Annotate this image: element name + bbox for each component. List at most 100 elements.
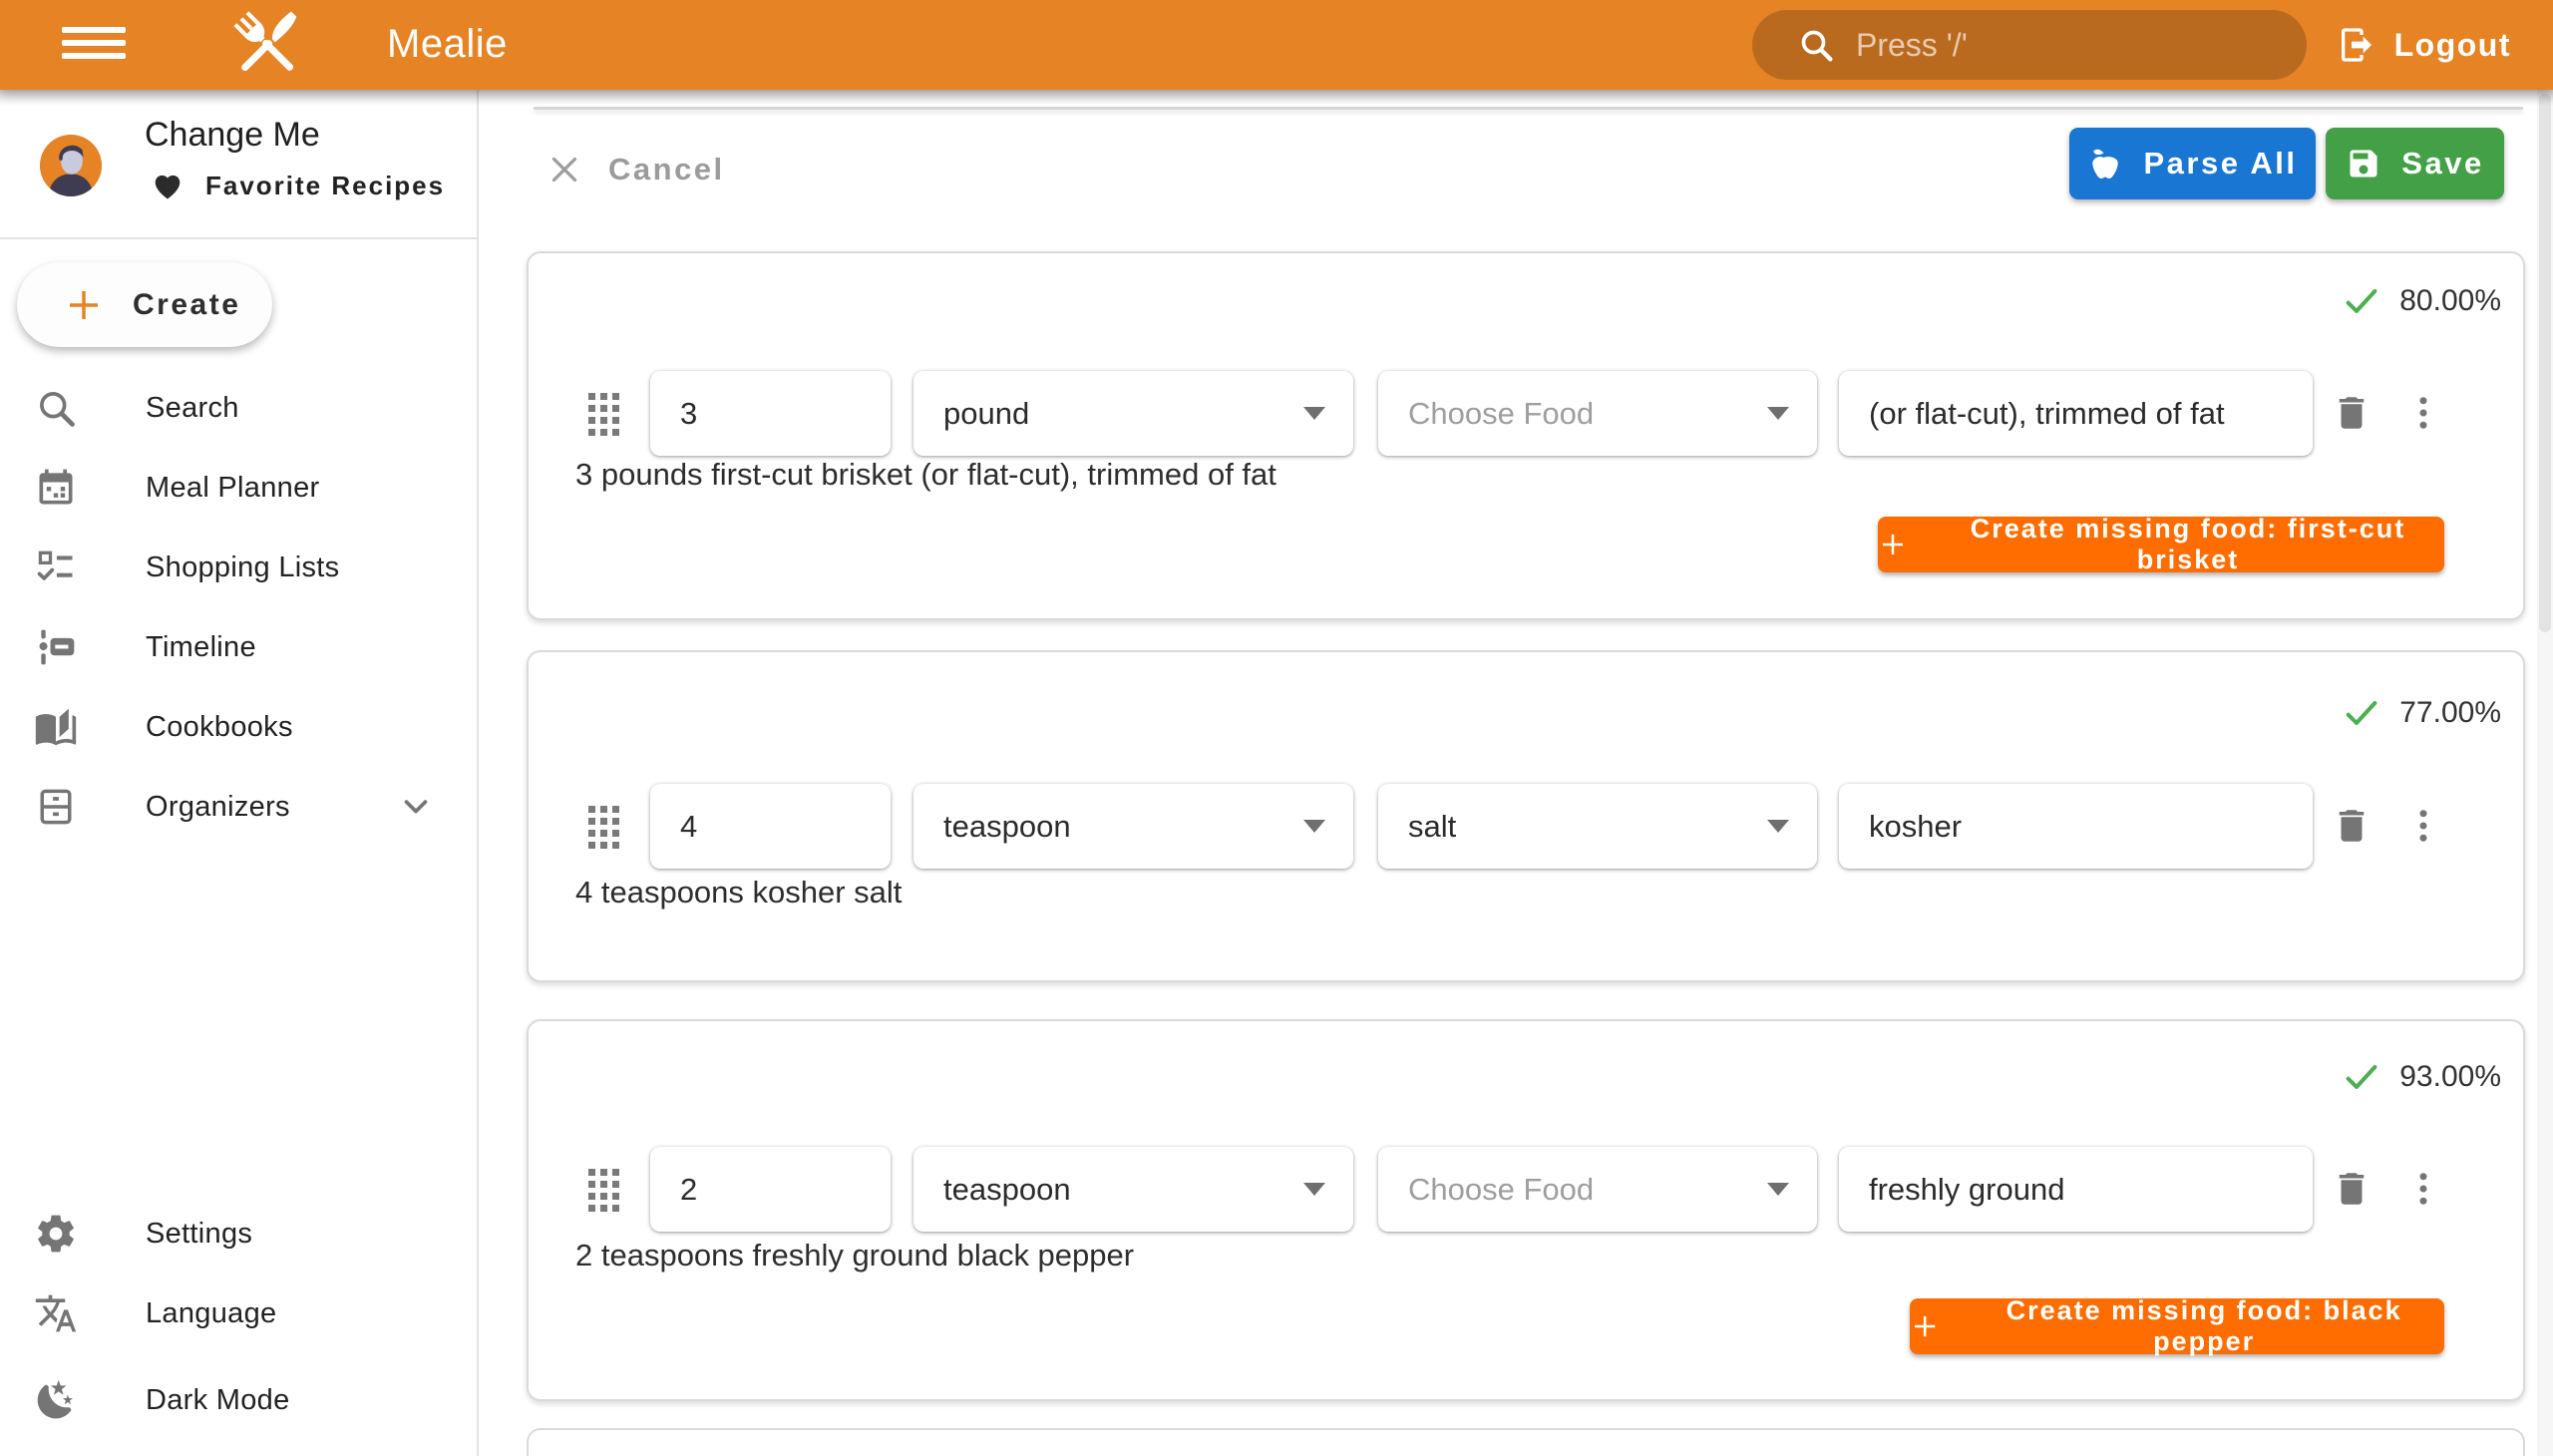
cancel-button[interactable]: Cancel (539, 142, 733, 197)
confidence-value: 80.00% (2399, 284, 2501, 318)
dropdown-arrow-icon (1303, 407, 1325, 420)
ingredient-parser-panel: Cancel Parse All Save 80.00% (479, 90, 2537, 1456)
sidebar-item-cookbooks[interactable]: Cookbooks (0, 695, 477, 759)
open-book-icon (34, 705, 78, 749)
kebab-menu-icon (2402, 1168, 2444, 1210)
delete-button[interactable] (2324, 1161, 2379, 1217)
sidebar-item-meal-planner[interactable]: Meal Planner (0, 456, 477, 520)
food-select[interactable]: Choose Food (1378, 371, 1817, 456)
avatar[interactable] (40, 135, 102, 196)
food-select[interactable]: salt (1378, 784, 1817, 869)
translate-icon (34, 1291, 78, 1335)
original-ingredient-text: 3 pounds first-cut brisket (or flat-cut)… (575, 457, 1276, 493)
original-ingredient-text: 2 teaspoons freshly ground black pepper (575, 1238, 1134, 1274)
dropdown-arrow-icon (1767, 407, 1789, 420)
user-profile-link[interactable]: Change Me Favorite Recipes (0, 90, 477, 237)
plus-icon (63, 284, 105, 326)
search-input[interactable] (1856, 27, 2281, 64)
more-menu-button[interactable] (2395, 798, 2451, 854)
save-icon (2346, 146, 2381, 182)
original-ingredient-text: 4 teaspoons kosher salt (575, 875, 902, 910)
create-missing-food-button[interactable]: Create missing food: black pepper (1910, 1298, 2444, 1354)
logout-label: Logout (2394, 27, 2511, 64)
scrollbar[interactable] (2537, 90, 2553, 1456)
close-icon (547, 152, 582, 187)
ingredient-fields-row: pound Choose Food (529, 371, 2523, 456)
create-missing-food-button[interactable]: Create missing food: first-cut brisket (1878, 517, 2444, 572)
sidebar-item-search[interactable]: Search (0, 376, 477, 440)
food-select[interactable]: Choose Food (1378, 1147, 1817, 1232)
dropdown-arrow-icon (1303, 820, 1325, 833)
quantity-input[interactable] (680, 396, 861, 432)
scrollbar-thumb[interactable] (2539, 94, 2551, 632)
sidebar-item-organizers[interactable]: Organizers (0, 775, 477, 839)
ingredient-card-partial (527, 1428, 2525, 1456)
dropdown-arrow-icon (1767, 1183, 1789, 1196)
note-field[interactable] (1839, 371, 2313, 456)
plus-icon (1910, 1310, 1940, 1342)
global-search[interactable] (1752, 10, 2307, 80)
dropdown-arrow-icon (1303, 1183, 1325, 1196)
note-input[interactable] (1869, 396, 2283, 432)
sidebar: Change Me Favorite Recipes Create Search (0, 90, 479, 1456)
create-label: Create (133, 288, 240, 322)
check-icon (2342, 693, 2381, 733)
dropdown-arrow-icon (1767, 820, 1789, 833)
confidence-value: 93.00% (2399, 1060, 2501, 1094)
delete-button[interactable] (2324, 798, 2379, 854)
sidebar-item-dark-mode[interactable]: Dark Mode (0, 1368, 477, 1432)
kebab-menu-icon (2402, 805, 2444, 847)
sidebar-item-shopping-lists[interactable]: Shopping Lists (0, 536, 477, 599)
note-input[interactable] (1869, 809, 2283, 845)
unit-select[interactable]: teaspoon (913, 784, 1353, 869)
check-icon (2342, 281, 2381, 321)
trash-icon (2331, 392, 2372, 434)
logout-button[interactable]: Logout (2323, 14, 2525, 76)
quantity-input[interactable] (680, 809, 861, 845)
app-title[interactable]: Mealie (387, 22, 508, 67)
favorite-recipes-link[interactable]: Favorite Recipes (150, 168, 445, 203)
kebab-menu-icon (2402, 392, 2444, 434)
search-icon (1796, 25, 1836, 65)
note-field[interactable] (1839, 784, 2313, 869)
unit-select[interactable]: teaspoon (913, 1147, 1353, 1232)
drag-handle-icon[interactable] (588, 393, 619, 436)
ingredient-card: 77.00% teaspoon salt (527, 650, 2525, 982)
more-menu-button[interactable] (2395, 385, 2451, 441)
timeline-icon (34, 625, 78, 669)
more-menu-button[interactable] (2395, 1161, 2451, 1217)
check-icon (2342, 1057, 2381, 1097)
save-button[interactable]: Save (2326, 128, 2504, 199)
quantity-input[interactable] (680, 1172, 861, 1208)
sidebar-item-language[interactable]: Language (0, 1281, 477, 1345)
confidence-indicator: 93.00% (2342, 1057, 2501, 1097)
sidebar-item-timeline[interactable]: Timeline (0, 615, 477, 679)
ingredient-fields-row: teaspoon Choose Food (529, 1147, 2523, 1232)
ingredient-fields-row: teaspoon salt (529, 784, 2523, 869)
parse-all-button[interactable]: Parse All (2069, 128, 2316, 199)
heart-icon (150, 168, 185, 203)
ingredient-card: 80.00% pound Choose Food (527, 251, 2525, 620)
quantity-field[interactable] (650, 1147, 891, 1232)
apple-icon (2087, 146, 2123, 182)
logout-icon (2337, 25, 2376, 65)
moon-icon (34, 1378, 78, 1422)
trash-icon (2331, 1168, 2372, 1210)
unit-select[interactable]: pound (913, 371, 1353, 456)
checklist-icon (34, 546, 78, 589)
drag-handle-icon[interactable] (588, 806, 619, 849)
drag-handle-icon[interactable] (588, 1169, 619, 1212)
chevron-down-icon (397, 787, 435, 828)
mealie-logo-icon (217, 8, 317, 87)
delete-button[interactable] (2324, 385, 2379, 441)
confidence-indicator: 77.00% (2342, 693, 2501, 733)
confidence-indicator: 80.00% (2342, 281, 2501, 321)
note-input[interactable] (1869, 1172, 2283, 1208)
menu-icon[interactable] (62, 27, 130, 63)
quantity-field[interactable] (650, 784, 891, 869)
create-button[interactable]: Create (17, 262, 272, 347)
quantity-field[interactable] (650, 371, 891, 456)
note-field[interactable] (1839, 1147, 2313, 1232)
sidebar-item-settings[interactable]: Settings (0, 1202, 477, 1266)
user-name: Change Me (145, 116, 320, 155)
